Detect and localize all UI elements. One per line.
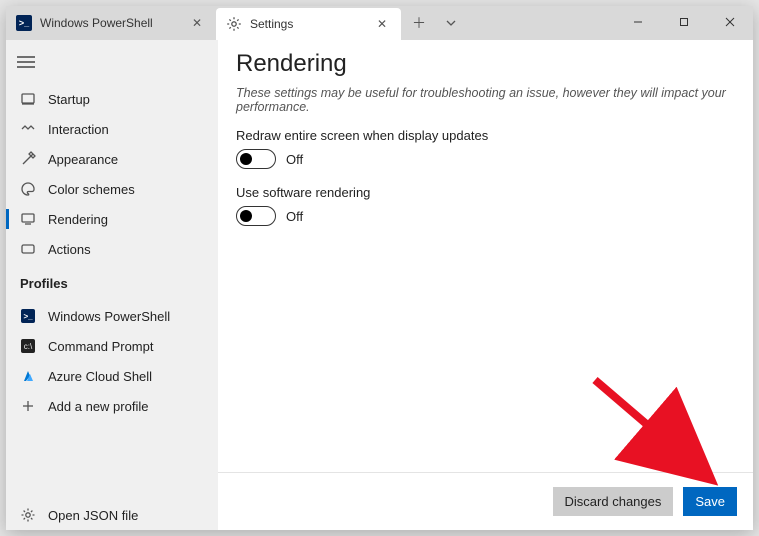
setting-label: Redraw entire screen when display update… <box>236 128 735 143</box>
sidebar-item-label: Startup <box>48 92 90 107</box>
toggle-state: Off <box>286 152 303 167</box>
profile-item-powershell[interactable]: >_ Windows PowerShell <box>6 301 218 331</box>
plus-icon <box>20 398 36 414</box>
profile-item-add[interactable]: Add a new profile <box>6 391 218 421</box>
sidebar-item-interaction[interactable]: Interaction <box>6 114 218 144</box>
app-window: >_ Windows PowerShell ✕ Settings ✕ ＋ <box>6 6 753 530</box>
profiles-header: Profiles <box>6 264 218 297</box>
sidebar-item-color-schemes[interactable]: Color schemes <box>6 174 218 204</box>
sidebar: Startup Interaction Appearance Color sch… <box>6 40 218 530</box>
sidebar-item-label: Rendering <box>48 212 108 227</box>
profiles-section: >_ Windows PowerShell c:\ Command Prompt… <box>6 297 218 421</box>
profile-item-cmd[interactable]: c:\ Command Prompt <box>6 331 218 361</box>
save-button[interactable]: Save <box>683 487 737 516</box>
sidebar-item-startup[interactable]: Startup <box>6 84 218 114</box>
close-tab-icon[interactable]: ✕ <box>188 14 206 32</box>
interaction-icon <box>20 121 36 137</box>
powershell-icon: >_ <box>16 15 32 31</box>
profile-item-azure[interactable]: Azure Cloud Shell <box>6 361 218 391</box>
powershell-icon: >_ <box>20 308 36 324</box>
setting-software-rendering: Use software rendering Off <box>236 185 735 226</box>
gear-icon <box>20 507 36 523</box>
sidebar-item-label: Color schemes <box>48 182 135 197</box>
tab-label: Settings <box>250 17 293 31</box>
title-bar: >_ Windows PowerShell ✕ Settings ✕ ＋ <box>6 6 753 40</box>
close-window-button[interactable] <box>707 6 753 38</box>
setting-redraw: Redraw entire screen when display update… <box>236 128 735 169</box>
settings-gear-icon <box>226 16 242 32</box>
hamburger-menu-icon[interactable] <box>6 44 46 80</box>
sidebar-item-label: Actions <box>48 242 91 257</box>
profile-item-label: Windows PowerShell <box>48 309 170 324</box>
new-tab-area: ＋ <box>401 6 465 40</box>
discard-changes-button[interactable]: Discard changes <box>553 487 674 516</box>
profile-item-label: Add a new profile <box>48 399 148 414</box>
sidebar-item-appearance[interactable]: Appearance <box>6 144 218 174</box>
window-buttons <box>615 6 753 38</box>
toggle-knob <box>240 153 252 165</box>
new-tab-button[interactable]: ＋ <box>405 9 433 37</box>
close-tab-icon[interactable]: ✕ <box>373 15 391 33</box>
profile-item-label: Azure Cloud Shell <box>48 369 152 384</box>
startup-icon <box>20 91 36 107</box>
rendering-icon <box>20 211 36 227</box>
setting-label: Use software rendering <box>236 185 735 200</box>
profile-item-label: Command Prompt <box>48 339 153 354</box>
open-json-label: Open JSON file <box>48 508 138 523</box>
azure-icon <box>20 368 36 384</box>
sidebar-item-label: Interaction <box>48 122 109 137</box>
palette-icon <box>20 181 36 197</box>
nav-section: Startup Interaction Appearance Color sch… <box>6 80 218 264</box>
cmd-icon: c:\ <box>20 338 36 354</box>
toggle-redraw[interactable] <box>236 149 276 169</box>
app-body: Startup Interaction Appearance Color sch… <box>6 40 753 530</box>
tab-label: Windows PowerShell <box>40 16 153 30</box>
settings-page: Rendering These settings may be useful f… <box>218 40 753 242</box>
actions-icon <box>20 241 36 257</box>
maximize-button[interactable] <box>661 6 707 38</box>
toggle-knob <box>240 210 252 222</box>
page-title: Rendering <box>236 50 735 78</box>
sidebar-item-actions[interactable]: Actions <box>6 234 218 264</box>
sidebar-item-rendering[interactable]: Rendering <box>6 204 218 234</box>
page-subtitle: These settings may be useful for trouble… <box>236 86 735 114</box>
new-tab-dropdown-icon[interactable] <box>437 9 465 37</box>
tab-powershell[interactable]: >_ Windows PowerShell ✕ <box>6 6 216 40</box>
minimize-button[interactable] <box>615 6 661 38</box>
toggle-state: Off <box>286 209 303 224</box>
open-json-file[interactable]: Open JSON file <box>6 500 218 530</box>
content-area: Rendering These settings may be useful f… <box>218 40 753 530</box>
toggle-software-rendering[interactable] <box>236 206 276 226</box>
footer-bar: Discard changes Save <box>218 472 753 530</box>
appearance-icon <box>20 151 36 167</box>
tab-settings[interactable]: Settings ✕ <box>216 8 401 40</box>
sidebar-item-label: Appearance <box>48 152 118 167</box>
